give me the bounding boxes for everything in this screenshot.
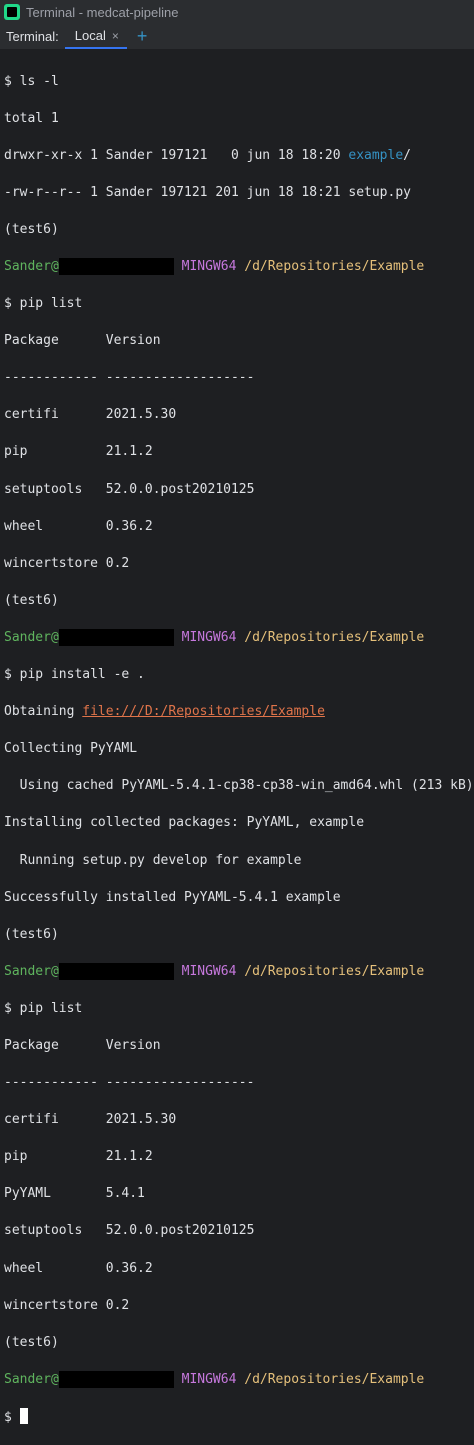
output-line: Obtaining file:///D:/Repositories/Exampl… [4, 704, 325, 720]
package-row: certifi 2021.5.30 [4, 407, 177, 423]
directory-name: example [348, 147, 404, 163]
command-line: $ pip list [4, 296, 83, 312]
prompt-user: Sander@ [4, 259, 59, 275]
conda-env: (test6) [4, 592, 59, 608]
output-line: Using cached PyYAML-5.4.1-cp38-cp38-win_… [4, 778, 474, 794]
conda-env: (test6) [4, 926, 59, 942]
output-line: Collecting PyYAML [4, 741, 138, 757]
package-row: pip 21.1.2 [4, 444, 153, 460]
window-title: Terminal - medcat-pipeline [26, 4, 179, 20]
package-row: wincertstore 0.2 [4, 1297, 130, 1313]
terminal-tab-bar: Terminal: Local × + [0, 24, 474, 50]
command-line: $ pip list [4, 1000, 83, 1016]
command-line: $ ls -l [4, 73, 59, 89]
conda-env: (test6) [4, 221, 59, 237]
file-link[interactable]: file:///D:/Repositories/Example [82, 704, 325, 719]
package-row: wincertstore 0.2 [4, 555, 130, 571]
tab-local-label: Local [74, 28, 106, 43]
tab-local[interactable]: Local × [64, 24, 127, 49]
terminal-label: Terminal: [6, 29, 59, 44]
prompt-line: Sander@ MINGW64 /d/Repositories/Example [4, 628, 470, 648]
prompt-user: Sander@ [4, 963, 59, 979]
conda-env: (test6) [4, 1334, 59, 1350]
prompt-path: /d/Repositories/Example [244, 1371, 425, 1387]
close-tab-icon[interactable]: × [112, 29, 119, 43]
new-tab-button[interactable]: + [127, 24, 158, 49]
table-header: Package Version [4, 1037, 161, 1053]
prompt-path: /d/Repositories/Example [244, 629, 425, 645]
package-row: certifi 2021.5.30 [4, 1112, 177, 1128]
prompt-line: Sander@ MINGW64 /d/Repositories/Example [4, 258, 470, 277]
package-row: pip 21.1.2 [4, 1149, 153, 1165]
prompt-env: MINGW64 [181, 963, 237, 979]
redacted-hostname [58, 258, 174, 276]
table-divider: ------------ ------------------- [4, 1075, 255, 1091]
prompt-line: Sander@ MINGW64 /d/Repositories/Example [4, 1370, 470, 1390]
redacted-hostname [58, 962, 174, 980]
package-row: wheel 0.36.2 [4, 518, 153, 534]
redacted-hostname [58, 1370, 174, 1388]
output-line: Running setup.py develop for example [4, 852, 302, 868]
output-line: -rw-r--r-- 1 Sander 197121 201 jun 18 18… [4, 184, 411, 200]
output-line: total 1 [4, 110, 59, 126]
package-row: wheel 0.36.2 [4, 1260, 153, 1276]
prompt-user: Sander@ [4, 629, 59, 645]
prompt-env: MINGW64 [181, 629, 237, 645]
pycharm-icon [4, 4, 20, 20]
package-row: setuptools 52.0.0.post20210125 [4, 481, 255, 497]
command-line: $ pip install -e . [4, 667, 145, 683]
package-row: PyYAML 5.4.1 [4, 1186, 145, 1202]
package-row: setuptools 52.0.0.post20210125 [4, 1223, 255, 1239]
prompt-path: /d/Repositories/Example [244, 963, 425, 979]
text-cursor [19, 1407, 28, 1424]
prompt-path: /d/Repositories/Example [244, 259, 425, 275]
output-line: drwxr-xr-x 1 Sander 197121 0 jun 18 18:2… [4, 147, 411, 163]
output-line: Successfully installed PyYAML-5.4.1 exam… [4, 889, 341, 905]
terminal-output[interactable]: $ ls -l total 1 drwxr-xr-x 1 Sander 1971… [0, 50, 474, 1445]
prompt-user: Sander@ [4, 1371, 59, 1387]
redacted-hostname [58, 628, 174, 646]
title-bar: Terminal - medcat-pipeline [0, 0, 474, 24]
output-line: Installing collected packages: PyYAML, e… [4, 815, 365, 831]
input-line[interactable]: $ [4, 1407, 470, 1427]
prompt-line: Sander@ MINGW64 /d/Repositories/Example [4, 962, 470, 982]
table-divider: ------------ ------------------- [4, 370, 255, 386]
prompt-env: MINGW64 [181, 259, 237, 275]
prompt-env: MINGW64 [181, 1371, 237, 1387]
table-header: Package Version [4, 333, 161, 349]
